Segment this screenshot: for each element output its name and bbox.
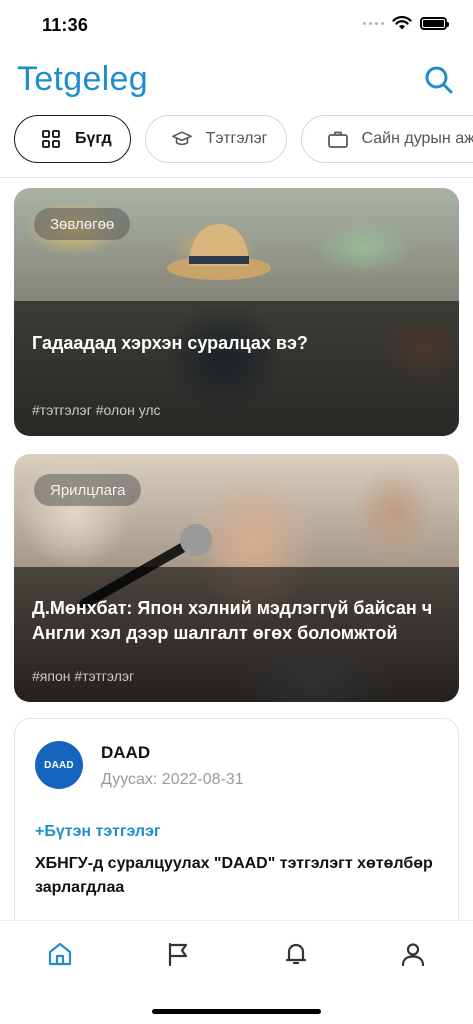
- battery-icon: [420, 16, 449, 30]
- filter-chip-volunteer[interactable]: Сайн дурын ажил: [300, 115, 473, 163]
- filter-chip-label: Тэтгэлэг: [205, 130, 268, 147]
- search-icon: [425, 66, 453, 94]
- scholarship-title: ХБНГУ-д суралцуулах "DAAD" тэтгэлэгт хөт…: [35, 855, 433, 896]
- cellular-signal-icon: [363, 21, 384, 25]
- article-title: Д.Мөнхбат: Япон хэлний мэдлэггүй байсан …: [32, 598, 433, 643]
- status-bar: 11:36: [0, 0, 473, 52]
- status-icons: [363, 16, 449, 30]
- scholarship-deadline: Дуусах: 2022-08-31: [101, 771, 244, 788]
- filter-chip-scholarship[interactable]: Тэтгэлэг: [144, 115, 287, 163]
- status-time: 11:36: [42, 15, 89, 35]
- scholarship-card[interactable]: DAAD DAAD Дуусах: 2022-08-31 +Бүтэн тэтг…: [14, 718, 459, 920]
- nav-saved[interactable]: [163, 939, 193, 969]
- nav-home[interactable]: [45, 939, 75, 969]
- briefcase-icon: [327, 129, 348, 149]
- nav-notifications[interactable]: [281, 939, 311, 969]
- article-category-badge: Ярилцлага: [34, 474, 142, 506]
- graduation-cap-icon: [171, 129, 192, 149]
- filter-chip-all[interactable]: Бүгд: [14, 115, 131, 163]
- article-hashtags: #япон #тэтгэлэг: [32, 668, 135, 684]
- wifi-icon: [392, 16, 412, 30]
- article-title: Гадаадад хэрхэн суралцах вэ?: [32, 333, 308, 353]
- scholarship-type-link[interactable]: +Бүтэн тэтгэлэг: [35, 823, 161, 841]
- profile-icon: [401, 943, 425, 967]
- flag-icon: [168, 942, 188, 967]
- article-card[interactable]: Зөвлөгөө Гадаадад хэрхэн суралцах вэ? #т…: [14, 188, 459, 436]
- article-image-hat: [167, 224, 271, 280]
- app-header: Tetgeleg: [0, 52, 473, 110]
- article-hashtags: #тэтгэлэг #олон улс: [32, 402, 161, 418]
- app-logo: Tetgeleg: [17, 60, 148, 98]
- home-indicator: [152, 1009, 321, 1014]
- nav-profile[interactable]: [398, 939, 428, 969]
- search-button[interactable]: [423, 64, 455, 96]
- article-category-badge: Зөвлөгөө: [34, 208, 131, 240]
- bottom-navigation: [0, 920, 473, 1024]
- grid-icon: [41, 129, 61, 149]
- home-icon: [48, 942, 72, 966]
- filter-chip-label: Сайн дурын ажил: [361, 130, 473, 147]
- feed-list: Зөвлөгөө Гадаадад хэрхэн суралцах вэ? #т…: [0, 178, 473, 920]
- bell-icon: [285, 943, 307, 965]
- category-filter-bar: Бүгд Тэтгэлэг Сайн дурын ажил: [14, 115, 473, 165]
- organization-logo: DAAD: [35, 741, 83, 789]
- organization-name: DAAD: [101, 743, 151, 762]
- filter-chip-label: Бүгд: [75, 130, 112, 147]
- article-card[interactable]: Ярилцлага Д.Мөнхбат: Япон хэлний мэдлэгг…: [14, 454, 459, 702]
